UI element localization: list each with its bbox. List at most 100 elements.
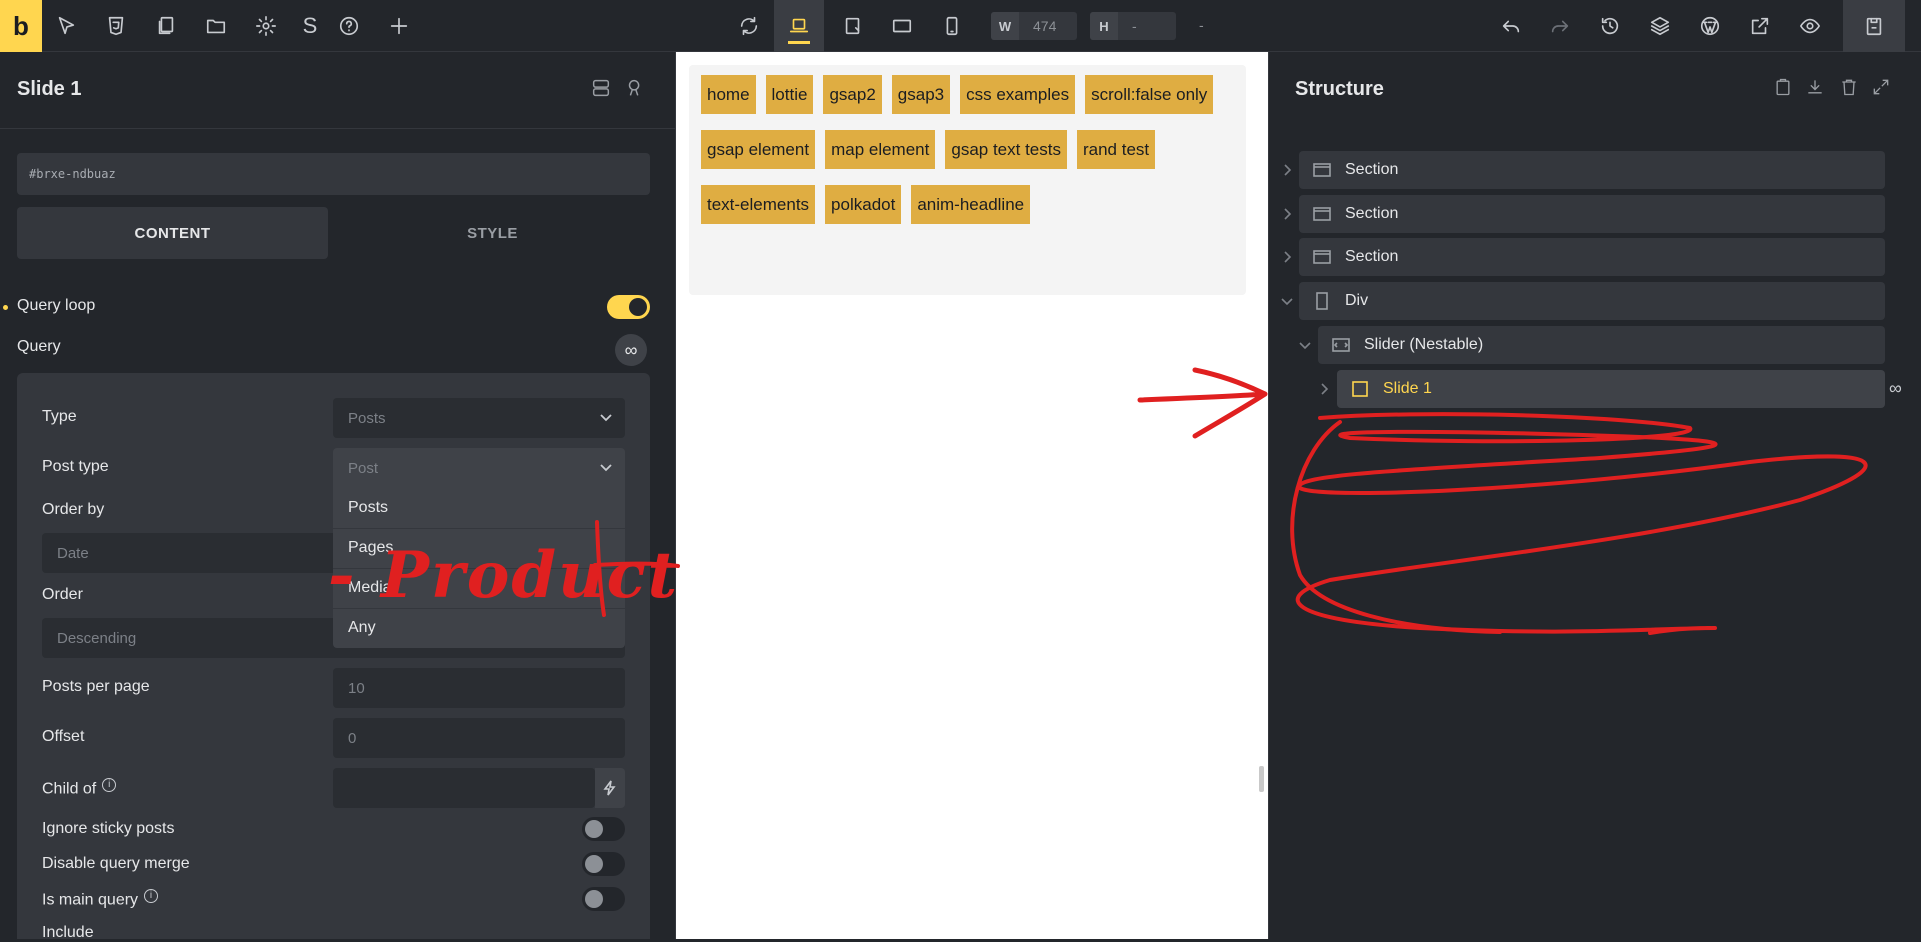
save-template-icon[interactable]	[590, 77, 614, 101]
node-label: Slide 1	[1383, 380, 1432, 397]
info-icon[interactable]: i	[102, 778, 117, 792]
type-select[interactable]: Posts	[333, 398, 625, 438]
menu-link[interactable]: rand test	[1076, 130, 1156, 169]
chevron-right-icon[interactable]	[1280, 207, 1294, 221]
download-icon[interactable]	[1805, 77, 1829, 101]
dropdown-option-media[interactable]: Media	[348, 579, 392, 597]
css-id-field[interactable]: #brxe-ndbuaz	[17, 153, 650, 195]
menu-link[interactable]: gsap text tests	[945, 130, 1067, 169]
query-loop-infinity-icon: ∞	[1889, 378, 1902, 398]
menu-link[interactable]: polkadot	[825, 185, 902, 224]
expand-icon[interactable]	[1871, 77, 1895, 101]
nav-menu: home lottie gsap2 gsap3 css examples scroll:f…	[689, 65, 1246, 295]
posts-per-page-label: Posts per page	[42, 678, 150, 695]
menu-link[interactable]: map element	[825, 130, 936, 169]
section-icon	[1311, 203, 1333, 225]
settings-gear-icon[interactable]	[249, 8, 283, 44]
posts-per-page-input[interactable]: 10	[333, 668, 625, 708]
post-type-label: Post type	[42, 458, 109, 475]
menu-link[interactable]: gsap element	[701, 130, 816, 169]
width-field[interactable]: W 474	[991, 12, 1077, 40]
slider-icon	[1330, 334, 1352, 356]
child-of-input[interactable]	[333, 768, 595, 808]
pages-icon[interactable]	[149, 8, 183, 44]
chevron-right-icon[interactable]	[1280, 250, 1294, 264]
help-icon[interactable]	[332, 8, 366, 44]
ignore-sticky-toggle[interactable]	[582, 817, 625, 841]
tablet-landscape-icon[interactable]	[836, 8, 870, 44]
type-value: Posts	[348, 409, 386, 427]
ignore-sticky-label: Ignore sticky posts	[42, 820, 175, 837]
structure-node-section[interactable]: Section	[1299, 195, 1885, 233]
is-main-query-toggle[interactable]	[582, 887, 625, 911]
save-button[interactable]	[1843, 0, 1905, 52]
builder-canvas[interactable]: home lottie gsap2 gsap3 css examples scroll:f…	[676, 52, 1268, 939]
menu-link[interactable]: scroll:false only	[1085, 75, 1214, 114]
query-loop-toggle[interactable]	[607, 295, 650, 319]
preview-eye-icon[interactable]	[1793, 8, 1827, 44]
height-value: -	[1132, 18, 1137, 34]
add-plus-icon[interactable]	[382, 8, 416, 44]
menu-link[interactable]: lottie	[765, 75, 814, 114]
external-link-icon[interactable]	[1743, 8, 1777, 44]
post-type-select[interactable]: Post	[333, 448, 625, 488]
tablet-icon[interactable]	[885, 8, 919, 44]
clipboard-icon[interactable]	[1773, 77, 1797, 101]
chevron-down-icon[interactable]	[1298, 338, 1312, 352]
mobile-icon[interactable]	[935, 8, 969, 44]
redo-icon[interactable]	[1543, 8, 1577, 44]
refresh-icon[interactable]	[732, 8, 766, 44]
info-icon[interactable]: i	[144, 889, 159, 903]
scale-value: -	[1199, 17, 1204, 33]
post-type-dropdown-menu: Posts Pages Media Any	[333, 488, 625, 648]
wordpress-icon[interactable]	[1693, 8, 1727, 44]
menu-link[interactable]: anim-headline	[911, 185, 1031, 224]
menu-link[interactable]: home	[701, 75, 756, 114]
canvas-resize-handle[interactable]	[1259, 766, 1264, 792]
divider	[333, 568, 625, 569]
top-toolbar: b S W 474 H - -	[0, 0, 1921, 52]
history-icon[interactable]	[1593, 8, 1627, 44]
layers-icon[interactable]	[1643, 8, 1677, 44]
dropdown-option-posts[interactable]: Posts	[348, 499, 388, 517]
height-field[interactable]: H -	[1090, 12, 1176, 40]
chevron-down-icon[interactable]	[1280, 294, 1294, 308]
structure-node-slider[interactable]: Slider (Nestable)	[1318, 326, 1885, 364]
node-label: Section	[1345, 248, 1399, 265]
menu-link[interactable]: gsap3	[891, 75, 951, 114]
structure-node-section[interactable]: Section	[1299, 151, 1885, 189]
disable-merge-toggle[interactable]	[582, 852, 625, 876]
query-infinity-button[interactable]: ∞	[615, 334, 647, 366]
tab-content[interactable]: CONTENT	[17, 207, 328, 259]
undo-icon[interactable]	[1494, 8, 1528, 44]
save-icon	[1857, 8, 1891, 44]
order-by-value: Date	[57, 544, 89, 562]
query-label: Query	[17, 338, 61, 355]
css3-icon[interactable]	[99, 8, 133, 44]
trash-icon[interactable]	[1839, 77, 1863, 101]
cursor-icon[interactable]	[49, 8, 83, 44]
node-label: Div	[1345, 292, 1369, 309]
laptop-breakpoint-icon[interactable]	[782, 8, 816, 44]
folder-icon[interactable]	[199, 8, 233, 44]
offset-input[interactable]: 0	[333, 718, 625, 758]
menu-link[interactable]: css examples	[960, 75, 1076, 114]
structure-node-slide-active[interactable]: Slide 1	[1337, 370, 1885, 408]
node-label: Section	[1345, 205, 1399, 222]
menu-link[interactable]: gsap2	[823, 75, 882, 114]
chevron-down-icon	[599, 460, 613, 474]
dropdown-option-pages[interactable]: Pages	[348, 539, 393, 557]
menu-link[interactable]: text-elements	[701, 185, 816, 224]
order-by-label: Order by	[42, 501, 105, 518]
structure-node-div[interactable]: Div	[1299, 282, 1885, 320]
structure-node-section[interactable]: Section	[1299, 238, 1885, 276]
dropdown-option-any[interactable]: Any	[348, 619, 376, 637]
user-search-icon[interactable]	[624, 77, 648, 101]
chevron-right-icon[interactable]	[1280, 163, 1294, 177]
s-letter-icon[interactable]: S	[293, 8, 327, 44]
chevron-right-icon[interactable]	[1317, 382, 1331, 396]
dynamic-data-button[interactable]	[595, 768, 625, 808]
tab-style[interactable]: STYLE	[337, 207, 648, 259]
bricks-logo[interactable]: b	[0, 0, 42, 52]
divider	[333, 528, 625, 529]
